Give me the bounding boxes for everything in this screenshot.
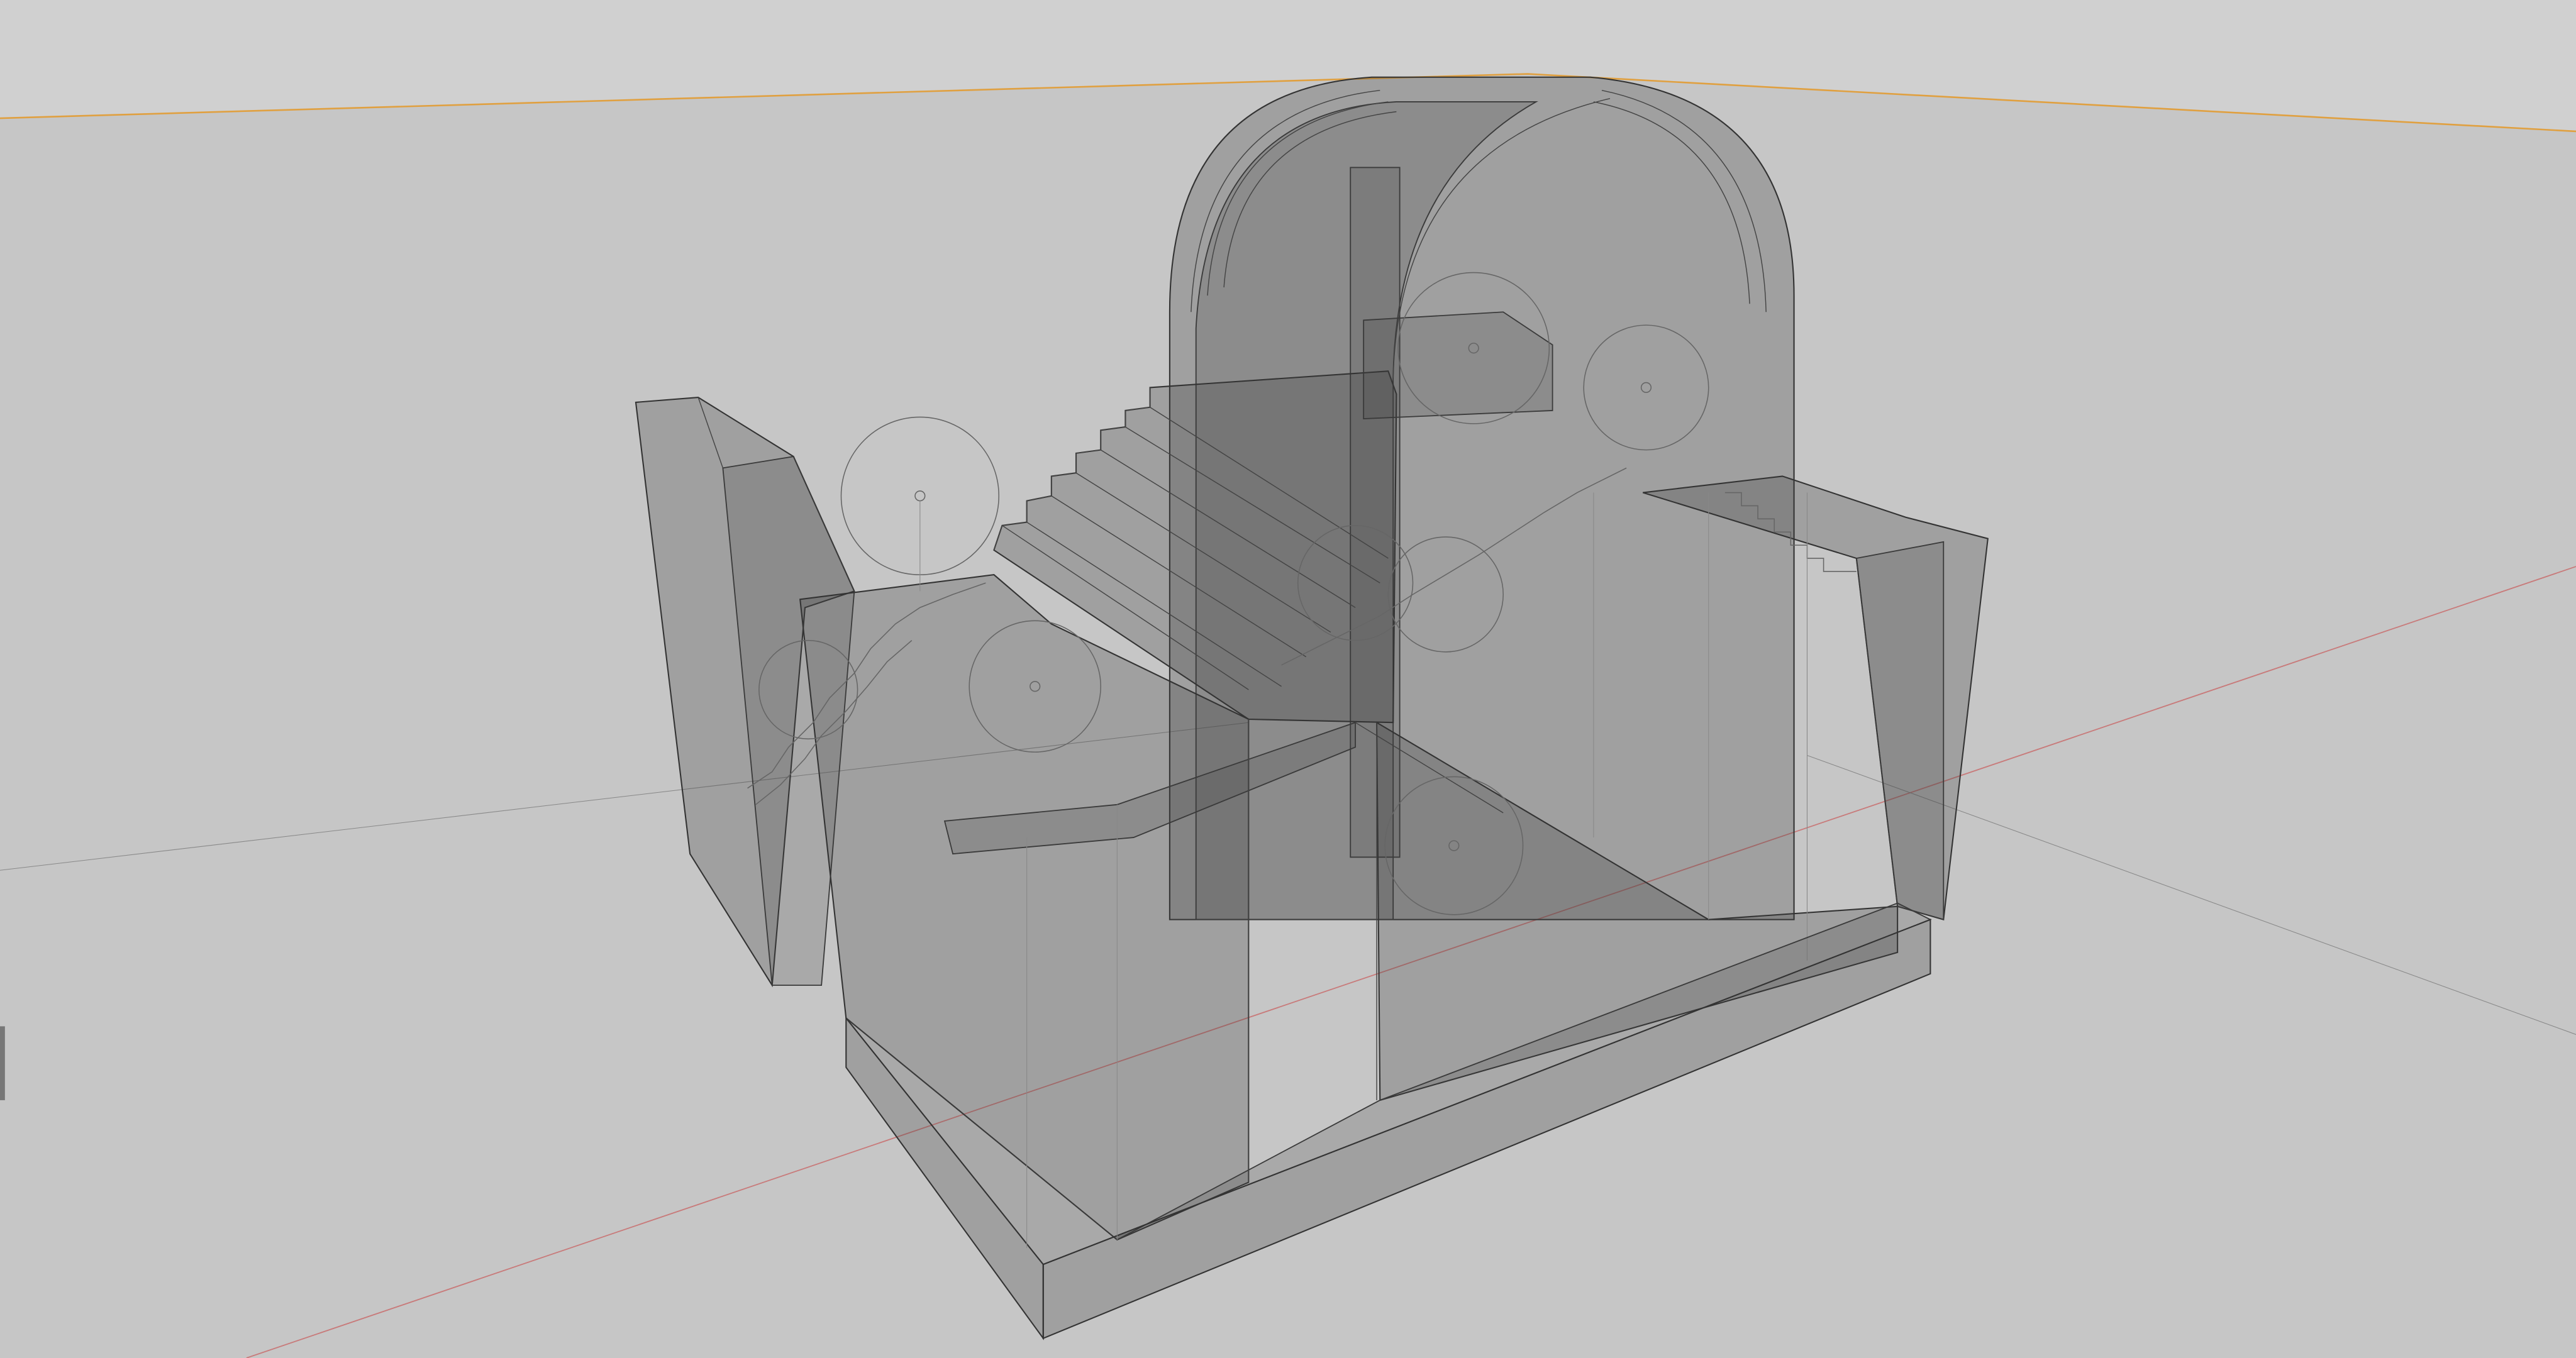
3d-viewport[interactable]: [0, 0, 2576, 1358]
offscreen-object: [0, 1026, 5, 1100]
upper-landing: [1363, 311, 1553, 419]
viewport-canvas[interactable]: [0, 0, 2576, 1358]
